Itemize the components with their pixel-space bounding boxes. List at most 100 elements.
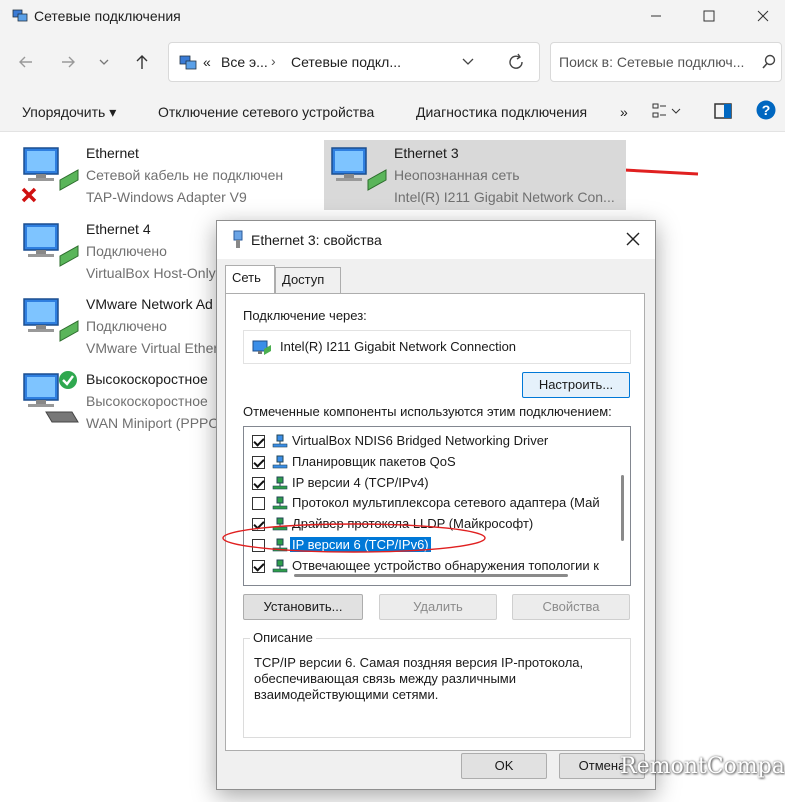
navigation-bar: « Все э... › Сетевые подкл... Поиск в: С… [0, 34, 785, 90]
refresh-icon[interactable] [507, 53, 525, 71]
arrow-up-icon [136, 55, 148, 69]
component-label: IP версии 4 (TCP/IPv4) [292, 474, 429, 490]
description-text: TCP/IP версии 6. Самая поздняя версия IP… [254, 655, 584, 702]
diagnose-connection-button[interactable]: Диагностика подключения [416, 104, 587, 120]
breadcrumb-all-control-panel[interactable]: Все э... [221, 54, 268, 70]
window-title: Сетевые подключения [34, 8, 181, 24]
component-item[interactable]: IP версии 4 (TCP/IPv4) [244, 473, 624, 494]
adapter-name: Ethernet [86, 145, 139, 161]
components-label: Отмеченные компоненты используются этим … [243, 404, 612, 419]
back-button[interactable] [12, 48, 40, 76]
component-checkbox[interactable] [252, 497, 265, 511]
breadcrumb-separator-icon: › [271, 53, 276, 69]
adapter-ethernet[interactable]: Ethernet Сетевой кабель не подключен TAP… [20, 142, 300, 212]
network-component-icon [272, 476, 288, 489]
configure-button[interactable]: Настроить... [522, 372, 630, 398]
details-pane-icon[interactable] [714, 102, 732, 120]
component-item[interactable]: Протокол мультиплексора сетевого адаптер… [244, 493, 624, 514]
properties-button[interactable]: Свойства [512, 594, 630, 620]
component-checkbox[interactable] [252, 476, 265, 490]
search-placeholder: Поиск в: Сетевые подключ... [559, 54, 745, 70]
adapter-device: TAP-Windows Adapter V9 [86, 189, 247, 205]
svg-text:?: ? [762, 102, 771, 118]
network-cable-icon [233, 230, 243, 248]
install-button[interactable]: Установить... [243, 594, 363, 620]
adapter-ethernet-3[interactable]: Ethernet 3 Неопознанная сеть Intel(R) I2… [324, 140, 626, 210]
close-icon [757, 10, 769, 22]
network-connections-icon [12, 9, 28, 22]
network-connections-icon [179, 55, 197, 70]
component-label: Отвечающее устройство обнаружения тополо… [292, 557, 599, 573]
dialog-title-bar: Ethernet 3: свойства [217, 221, 655, 259]
component-item[interactable]: VirtualBox NDIS6 Bridged Networking Driv… [244, 431, 624, 452]
remove-button[interactable]: Удалить [379, 594, 497, 620]
close-window-button[interactable] [740, 0, 785, 32]
forward-button[interactable] [54, 48, 82, 76]
component-checkbox[interactable] [252, 559, 265, 573]
network-component-icon [272, 455, 288, 469]
chevron-down-icon [99, 59, 109, 65]
component-label: Планировщик пакетов QoS [292, 453, 456, 469]
watermark: RemontCompa.ru [620, 754, 785, 779]
component-label: Протокол мультиплексора сетевого адаптер… [292, 495, 600, 511]
vertical-scrollbar[interactable] [621, 475, 624, 541]
chevron-down-icon[interactable] [461, 54, 475, 68]
breadcrumb-network-connections[interactable]: Сетевые подкл... [291, 54, 401, 70]
maximize-icon [703, 10, 715, 22]
adapter-name: Высокоскоростное [86, 371, 208, 387]
adapter-device: VMware Virtual Ether [86, 340, 216, 356]
components-list[interactable]: VirtualBox NDIS6 Bridged Networking Driv… [243, 426, 631, 586]
breadcrumb-overflow[interactable]: « [203, 54, 211, 70]
close-icon[interactable] [625, 231, 641, 247]
ok-button[interactable]: OK [461, 753, 547, 779]
help-icon[interactable]: ? [756, 100, 776, 120]
adapter-device: WAN Miniport (PPPO [86, 415, 216, 431]
adapter-name: Ethernet 3 [394, 145, 459, 161]
adapter-status: Сетевой кабель не подключен [86, 167, 284, 183]
address-bar[interactable]: « Все э... › Сетевые подкл... [168, 42, 540, 82]
command-bar: Упорядочить ▾ Отключение сетевого устрой… [0, 90, 785, 132]
connect-using-label: Подключение через: [243, 308, 367, 323]
component-item[interactable]: Планировщик пакетов QoS [244, 452, 624, 473]
search-box[interactable]: Поиск в: Сетевые подключ... [550, 42, 782, 82]
maximize-button[interactable] [686, 0, 732, 32]
adapter-status: Подключено [86, 318, 167, 334]
adapter-high-speed[interactable]: Высокоскоростное Высокоскоростное WAN Mi… [20, 368, 216, 438]
view-options-icon[interactable] [652, 102, 682, 120]
horizontal-scrollbar[interactable] [294, 574, 568, 577]
network-component-icon [272, 434, 288, 448]
up-button[interactable] [128, 48, 156, 76]
adapter-ethernet-4[interactable]: Ethernet 4 Подключено VirtualBox Host-On… [20, 218, 216, 288]
network-card-icon [252, 340, 271, 355]
disable-device-button[interactable]: Отключение сетевого устройства [158, 104, 374, 120]
tab-sharing[interactable]: Доступ [275, 267, 341, 293]
adapter-name: VMware Network Ad [86, 296, 213, 312]
description-label: Описание [250, 630, 316, 645]
minimize-icon [651, 15, 661, 17]
adapter-device: Intel(R) I211 Gigabit Network Con... [394, 189, 615, 205]
adapter-name: Ethernet 4 [86, 221, 151, 237]
device-box: Intel(R) I211 Gigabit Network Connection [243, 330, 631, 364]
adapter-device: VirtualBox Host-Only [86, 265, 216, 281]
component-checkbox[interactable] [252, 435, 265, 448]
minimize-button[interactable] [633, 0, 679, 32]
arrow-right-icon [62, 56, 75, 68]
network-adapter-icon [23, 298, 79, 342]
adapter-status: Высокоскоростное [86, 393, 208, 409]
annotation-ellipse-icon [222, 523, 486, 553]
search-icon [762, 54, 776, 69]
network-component-icon [272, 496, 288, 510]
adapter-status: Неопознанная сеть [394, 167, 520, 183]
adapter-vmware-network[interactable]: VMware Network Ad Подключено VMware Virt… [20, 293, 216, 363]
network-adapter-icon [23, 223, 79, 267]
device-name: Intel(R) I211 Gigabit Network Connection [280, 339, 517, 354]
green-check-icon [59, 371, 77, 389]
more-commands-button[interactable]: » [620, 104, 628, 120]
organize-label: Упорядочить [22, 104, 106, 120]
tab-network[interactable]: Сеть [225, 265, 275, 293]
component-checkbox[interactable] [252, 455, 265, 469]
ethernet-properties-dialog: Ethernet 3: свойства Сеть Доступ Подключ… [216, 220, 656, 790]
recent-locations-button[interactable] [90, 48, 118, 76]
network-adapter-icon [331, 147, 387, 191]
organize-menu-button[interactable]: Упорядочить ▾ [22, 104, 116, 121]
